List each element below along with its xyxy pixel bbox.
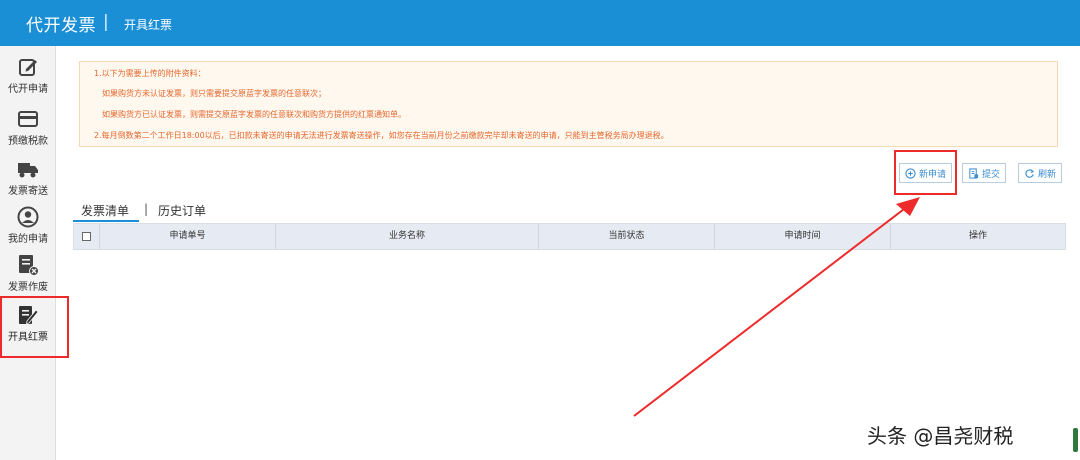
edge-tab <box>1073 428 1078 452</box>
annotation-arrow <box>633 197 920 417</box>
watermark: 头条 @昌尧财税 <box>867 424 1014 448</box>
